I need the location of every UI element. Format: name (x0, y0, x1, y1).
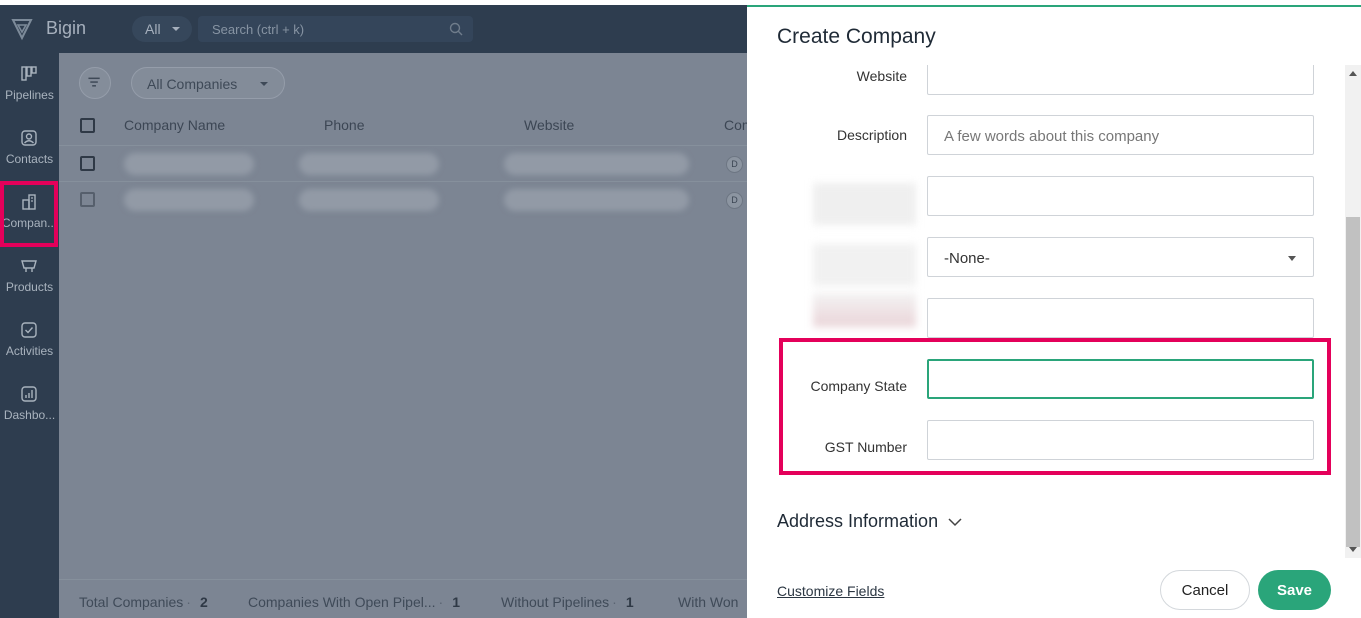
column-header-phone[interactable]: Phone (324, 117, 364, 133)
stat-label: With Won (678, 594, 739, 610)
stat-value: 2 (199, 594, 208, 610)
sidebar: Pipelines Contacts Compan... Products Ac… (0, 53, 59, 618)
company-list-view: All Companies Company Name Phone Website… (59, 53, 754, 618)
row-checkbox[interactable] (80, 156, 95, 171)
dashboards-icon (21, 386, 37, 402)
chevron-down-icon (1288, 256, 1296, 261)
scroll-down-arrow-icon[interactable] (1349, 547, 1357, 552)
redacted-label (813, 244, 916, 286)
products-icon (21, 260, 37, 272)
save-button[interactable]: Save (1258, 570, 1331, 610)
sidebar-item-label: Products (5, 280, 54, 294)
customize-fields-link[interactable]: Customize Fields (777, 583, 884, 599)
global-search-input[interactable]: Search (ctrl + k) (198, 16, 473, 42)
chevron-down-icon (260, 82, 268, 86)
sidebar-item-label: Pipelines (5, 88, 54, 102)
stat-value: 1 (452, 594, 460, 610)
redacted-cell (504, 189, 689, 211)
website-label: Website (856, 68, 907, 84)
contacts-icon (21, 130, 37, 146)
sidebar-item-label: Activities (5, 344, 54, 358)
view-selector[interactable]: All Companies (131, 67, 285, 99)
bigin-logo-icon (11, 19, 33, 41)
custom-field-input[interactable] (927, 176, 1314, 216)
view-selector-value: All Companies (147, 76, 238, 92)
redacted-cell (124, 189, 254, 211)
owner-avatar: D (726, 192, 743, 209)
address-section-header[interactable]: Address Information (777, 511, 938, 532)
pipelines-icon (21, 66, 37, 81)
table-row[interactable]: D (59, 181, 747, 217)
stat-total-companies[interactable]: Total Companies · 2 (79, 594, 208, 610)
cancel-button[interactable]: Cancel (1160, 570, 1250, 610)
activities-icon (21, 322, 37, 338)
search-scope-select[interactable]: All (132, 16, 192, 42)
custom-field-select[interactable]: -None- (927, 237, 1314, 277)
redacted-cell (504, 153, 689, 175)
chevron-down-icon[interactable] (948, 517, 962, 527)
highlight-box (779, 338, 1331, 475)
sidebar-item-label: Dashbo... (3, 408, 56, 422)
table-row[interactable]: D (59, 145, 747, 181)
chevron-down-icon (172, 27, 180, 31)
scrollbar-thumb[interactable] (1346, 217, 1360, 547)
row-checkbox[interactable] (80, 192, 95, 207)
column-header-website[interactable]: Website (524, 117, 574, 133)
sidebar-item-contacts[interactable]: Contacts (0, 117, 59, 181)
search-scope-value: All (145, 21, 161, 37)
description-label: Description (836, 127, 907, 143)
top-bar: Bigin All Search (ctrl + k) (0, 5, 747, 53)
select-all-checkbox[interactable] (80, 118, 95, 133)
search-placeholder: Search (ctrl + k) (212, 22, 305, 37)
sidebar-item-activities[interactable]: Activities (0, 309, 59, 373)
search-icon[interactable] (449, 22, 463, 36)
custom-field-input[interactable] (927, 298, 1314, 338)
create-company-form: Website Description A few words about th… (747, 65, 1345, 558)
app-name: Bigin (46, 18, 87, 38)
redacted-cell (299, 189, 439, 211)
filter-icon (88, 77, 100, 87)
scroll-up-arrow-icon[interactable] (1349, 71, 1357, 76)
sidebar-item-label: Contacts (5, 152, 54, 166)
redacted-cell (299, 153, 439, 175)
description-placeholder: A few words about this company (944, 128, 1160, 145)
stat-open-pipelines[interactable]: Companies With Open Pipel... · 1 (248, 594, 460, 610)
table-header: Company Name Phone Website Com (59, 109, 754, 141)
sidebar-item-products[interactable]: Products (0, 245, 59, 309)
list-footer-stats: Total Companies · 2 Companies With Open Pi… (59, 579, 747, 618)
website-input[interactable] (927, 65, 1314, 95)
owner-avatar: D (726, 156, 743, 173)
redacted-label (813, 293, 916, 327)
sidebar-item-pipelines[interactable]: Pipelines (0, 53, 59, 117)
redacted-label (813, 183, 916, 225)
description-input[interactable]: A few words about this company (927, 115, 1314, 155)
stat-label: Without Pipelines (501, 594, 610, 610)
column-header-company-name[interactable]: Company Name (124, 117, 225, 133)
panel-footer: Customize Fields Cancel Save (747, 558, 1361, 618)
stat-value: 1 (625, 594, 634, 610)
stat-label: Total Companies (79, 594, 184, 610)
redacted-cell (124, 153, 254, 175)
filter-button[interactable] (79, 67, 111, 99)
form-scrollbar[interactable] (1345, 65, 1361, 558)
panel-title: Create Company (777, 25, 936, 48)
stat-label: Companies With Open Pipel... (248, 594, 436, 610)
stat-without-pipelines[interactable]: Without Pipelines · 1 (501, 594, 634, 610)
sidebar-item-dashboards[interactable]: Dashbo... (0, 373, 59, 437)
create-company-panel: Create Company Website Description A few… (747, 5, 1361, 618)
stat-with-won[interactable]: With Won (678, 594, 738, 610)
active-nav-highlight (0, 181, 58, 247)
select-value: -None- (944, 250, 990, 267)
